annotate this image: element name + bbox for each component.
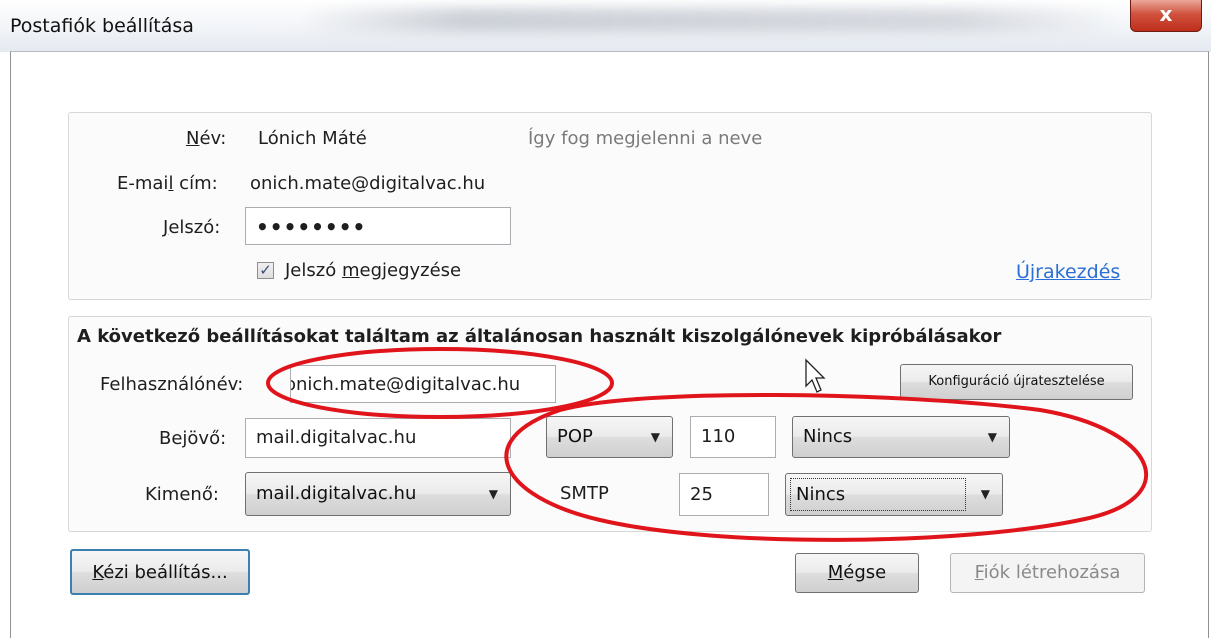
outgoing-port-field[interactable]: 25: [679, 473, 769, 516]
window-title: Postafiók beállítása: [10, 15, 194, 37]
incoming-security-value: Nincs: [803, 426, 853, 447]
password-field[interactable]: ••••••••: [245, 207, 511, 245]
title-bar-blur: [300, 8, 1120, 32]
outgoing-host-value: mail.digitalvac.hu: [256, 483, 417, 504]
name-hint: Így fog megjelenni a neve: [528, 128, 763, 149]
outgoing-security-select[interactable]: Nincs ▼: [785, 473, 1003, 516]
manual-config-button[interactable]: Kézi beállítás...: [70, 549, 250, 595]
close-icon: x: [1159, 2, 1173, 26]
chevron-down-icon: ▼: [650, 430, 660, 444]
title-bar: Postafiók beállítása x: [0, 0, 1211, 52]
outgoing-protocol-label: SMTP: [560, 483, 609, 504]
retest-config-button[interactable]: Konfiguráció újratesztelése: [900, 364, 1133, 400]
restart-link[interactable]: Újrakezdés: [1016, 261, 1120, 283]
incoming-protocol-select[interactable]: POP ▼: [546, 416, 673, 458]
create-account-button[interactable]: Fiók létrehozása: [950, 553, 1145, 593]
chevron-down-icon: ▼: [488, 487, 498, 501]
name-label: Név:: [186, 128, 227, 149]
incoming-security-select[interactable]: Nincs ▼: [792, 416, 1010, 458]
server-heading: A következő beállításokat találtam az ál…: [77, 326, 1002, 347]
incoming-port-field[interactable]: 110: [690, 416, 776, 458]
chevron-down-icon: ▼: [980, 487, 990, 501]
outgoing-host-select[interactable]: mail.digitalvac.hu ▼: [245, 472, 511, 516]
name-value: Lónich Máté: [258, 128, 367, 149]
username-value: onich.mate@digitalvac.hu: [290, 374, 521, 395]
email-value: onich.mate@digitalvac.hu: [250, 173, 486, 194]
remember-password-label: Jelszó megjegyzése: [285, 260, 462, 281]
remember-password-checkbox[interactable]: ✓: [257, 262, 274, 279]
incoming-label: Bejövő:: [159, 428, 227, 449]
password-label: Jelszó:: [163, 217, 221, 238]
chevron-down-icon: ▼: [987, 430, 997, 444]
incoming-host-field[interactable]: mail.digitalvac.hu: [245, 418, 511, 458]
email-label: E-mail cím:: [117, 173, 218, 194]
checkmark-icon: ✓: [259, 261, 272, 279]
username-field[interactable]: onich.mate@digitalvac.hu: [290, 365, 556, 403]
incoming-protocol-value: POP: [557, 426, 593, 447]
outgoing-label: Kimenő:: [145, 484, 219, 505]
cancel-button[interactable]: Mégse: [795, 553, 919, 593]
username-label: Felhasználónév:: [100, 374, 244, 395]
close-button[interactable]: x: [1130, 0, 1202, 32]
focus-ring: [790, 478, 966, 511]
